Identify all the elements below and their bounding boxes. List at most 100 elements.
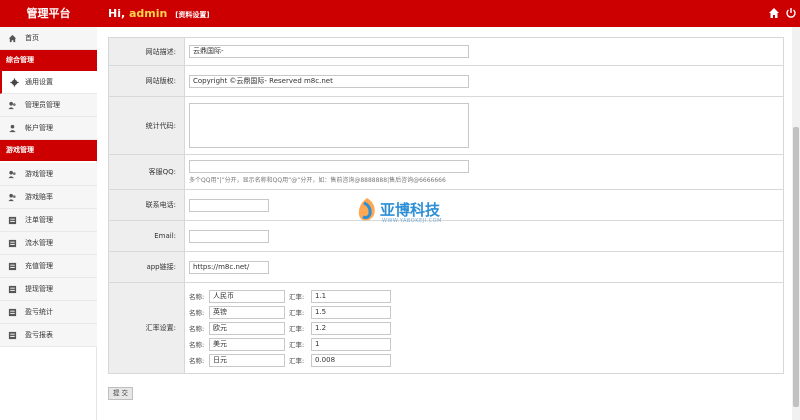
phone-input[interactable]: [189, 198, 269, 212]
sidebar-item-bet-mgmt[interactable]: 注单管理: [0, 209, 97, 232]
sidebar-item-label: 帐户管理: [25, 124, 53, 132]
rates-grid: 名称: 人民币 汇率: 1.1 名称: 英镑 汇率: 1.5 名称: 欧元 汇率…: [189, 289, 779, 367]
power-icon[interactable]: [785, 7, 797, 19]
gear-icon: [10, 78, 19, 87]
currency-name-input[interactable]: 英镑: [209, 305, 285, 319]
rate-value-label: 汇率:: [289, 325, 305, 333]
sidebar-item-label: 盈亏报表: [25, 331, 53, 339]
brand-title: 管理平台: [26, 7, 71, 20]
sidebar-section-general: 综合管理: [0, 50, 97, 71]
sidebar-item-admin-mgmt[interactable]: 管理员管理: [0, 94, 97, 117]
sidebar-item-label: 盈亏统计: [25, 308, 53, 316]
watermark-text: 亚博科技: [380, 201, 441, 219]
currency-name-input[interactable]: 美元: [209, 337, 285, 351]
greeting-text: Hi,: [108, 7, 126, 20]
site-desc-input[interactable]: 云鼎国际-: [189, 45, 469, 58]
rate-name-label: 名称:: [189, 293, 205, 301]
sidebar-section-game: 游戏管理: [0, 140, 97, 161]
rate-name-label: 名称:: [189, 309, 205, 317]
site-desc-label: 网站描述:: [109, 38, 185, 65]
currency-rate-input[interactable]: 1.1: [311, 289, 391, 303]
copyright-label: 网站版权:: [109, 66, 185, 96]
sidebar-item-label: 流水管理: [25, 239, 53, 247]
currency-name-input[interactable]: 人民币: [209, 289, 285, 303]
rate-row: 名称: 日元 汇率: 0.008: [189, 353, 779, 367]
stats-code-label: 统计代码:: [109, 97, 185, 154]
profile-settings-link[interactable]: [资料设置]: [175, 11, 209, 19]
sidebar-item-general-settings[interactable]: 通用设置: [0, 71, 97, 94]
submit-button[interactable]: 提 交: [108, 387, 133, 400]
users-icon: [8, 193, 16, 202]
sidebar-item-game-odds[interactable]: 游戏赔率: [0, 186, 97, 209]
sidebar-item-label: 首页: [25, 34, 39, 42]
home-icon[interactable]: [768, 7, 780, 19]
username: admin: [129, 7, 168, 20]
qq-input[interactable]: [189, 160, 469, 173]
sidebar-item-profit-stats[interactable]: 盈亏统计: [0, 301, 97, 324]
list-icon: [8, 239, 17, 248]
sidebar-item-account-mgmt[interactable]: 帐户管理: [0, 117, 97, 140]
home-icon: [8, 34, 17, 43]
greeting: Hi, admin [资料设置]: [108, 0, 210, 27]
form-row-app: app链接: https://m8c.net/: [109, 252, 783, 283]
rate-value-label: 汇率:: [289, 341, 305, 349]
rate-name-label: 名称:: [189, 325, 205, 333]
watermark-subtext: WWW.YABOKEJI.COM: [382, 218, 442, 224]
watermark-logo: 亚博科技 WWW.YABOKEJI.COM: [354, 195, 474, 231]
list-icon: [8, 285, 17, 294]
sidebar-item-label: 注单管理: [25, 216, 53, 224]
sidebar-item-home[interactable]: 首页: [0, 27, 97, 50]
currency-rate-input[interactable]: 1.2: [311, 321, 391, 335]
user-icon: [9, 124, 16, 133]
phone-label: 联系电话:: [109, 190, 185, 220]
rate-value-label: 汇率:: [289, 357, 305, 365]
list-icon: [8, 308, 17, 317]
currency-rate-input[interactable]: 1.5: [311, 305, 391, 319]
rate-row: 名称: 欧元 汇率: 1.2: [189, 321, 779, 335]
sidebar: 首页 综合管理 通用设置 管理员管理 帐户管理 游戏管理 游戏管理 游戏赔率 注…: [0, 27, 97, 420]
sidebar-item-label: 游戏赔率: [25, 193, 53, 201]
rate-name-label: 名称:: [189, 341, 205, 349]
currency-name-input[interactable]: 欧元: [209, 321, 285, 335]
email-label: Email:: [109, 221, 185, 251]
rate-row: 名称: 人民币 汇率: 1.1: [189, 289, 779, 303]
rate-value-label: 汇率:: [289, 293, 305, 301]
sidebar-item-flow-mgmt[interactable]: 流水管理: [0, 232, 97, 255]
rate-name-label: 名称:: [189, 357, 205, 365]
sidebar-item-label: 管理员管理: [25, 101, 60, 109]
rates-label: 汇率设置:: [109, 283, 185, 373]
form-row-rates: 汇率设置: 名称: 人民币 汇率: 1.1 名称: 英镑 汇率: 1.5 名称:…: [109, 283, 783, 373]
form-row-copyright: 网站版权: Copyright ©云鼎国际- Reserved m8c.net: [109, 66, 783, 97]
app-input[interactable]: https://m8c.net/: [189, 260, 269, 274]
top-bar: 管理平台 Hi, admin [资料设置]: [0, 0, 800, 27]
stats-code-textarea[interactable]: [189, 103, 469, 148]
currency-name-input[interactable]: 日元: [209, 353, 285, 367]
sidebar-item-withdraw-mgmt[interactable]: 提现管理: [0, 278, 97, 301]
rate-row: 名称: 英镑 汇率: 1.5: [189, 305, 779, 319]
currency-rate-input[interactable]: 1: [311, 337, 391, 351]
email-input[interactable]: [189, 229, 269, 243]
sidebar-item-label: 通用设置: [25, 78, 53, 86]
sidebar-item-recharge-mgmt[interactable]: 充值管理: [0, 255, 97, 278]
app-label: app链接:: [109, 252, 185, 282]
users-icon: [8, 101, 16, 110]
sidebar-item-label: 游戏管理: [25, 170, 53, 178]
sidebar-item-profit-report[interactable]: 盈亏报表: [0, 324, 97, 347]
scrollbar[interactable]: [792, 27, 800, 420]
sidebar-item-game-mgmt[interactable]: 游戏管理: [0, 163, 97, 186]
form-row-stats-code: 统计代码:: [109, 97, 783, 155]
sidebar-item-label: 提现管理: [25, 285, 53, 293]
sidebar-item-label: 充值管理: [25, 262, 53, 270]
logo-icon: [358, 198, 375, 221]
currency-rate-input[interactable]: 0.008: [311, 353, 391, 367]
list-icon: [8, 331, 17, 340]
users-icon: [8, 170, 16, 179]
scrollbar-thumb[interactable]: [793, 127, 799, 407]
form-row-site-desc: 网站描述: 云鼎国际-: [109, 38, 783, 66]
qq-label: 客服QQ:: [109, 155, 185, 189]
qq-hint: 多个QQ用“|”分开，显示名称和QQ用“@”分开，如：售前咨询@8888888|…: [189, 177, 446, 184]
list-icon: [8, 262, 17, 271]
rate-value-label: 汇率:: [289, 309, 305, 317]
copyright-input[interactable]: Copyright ©云鼎国际- Reserved m8c.net: [189, 74, 469, 88]
form-row-qq: 客服QQ: 多个QQ用“|”分开，显示名称和QQ用“@”分开，如：售前咨询@88…: [109, 155, 783, 190]
